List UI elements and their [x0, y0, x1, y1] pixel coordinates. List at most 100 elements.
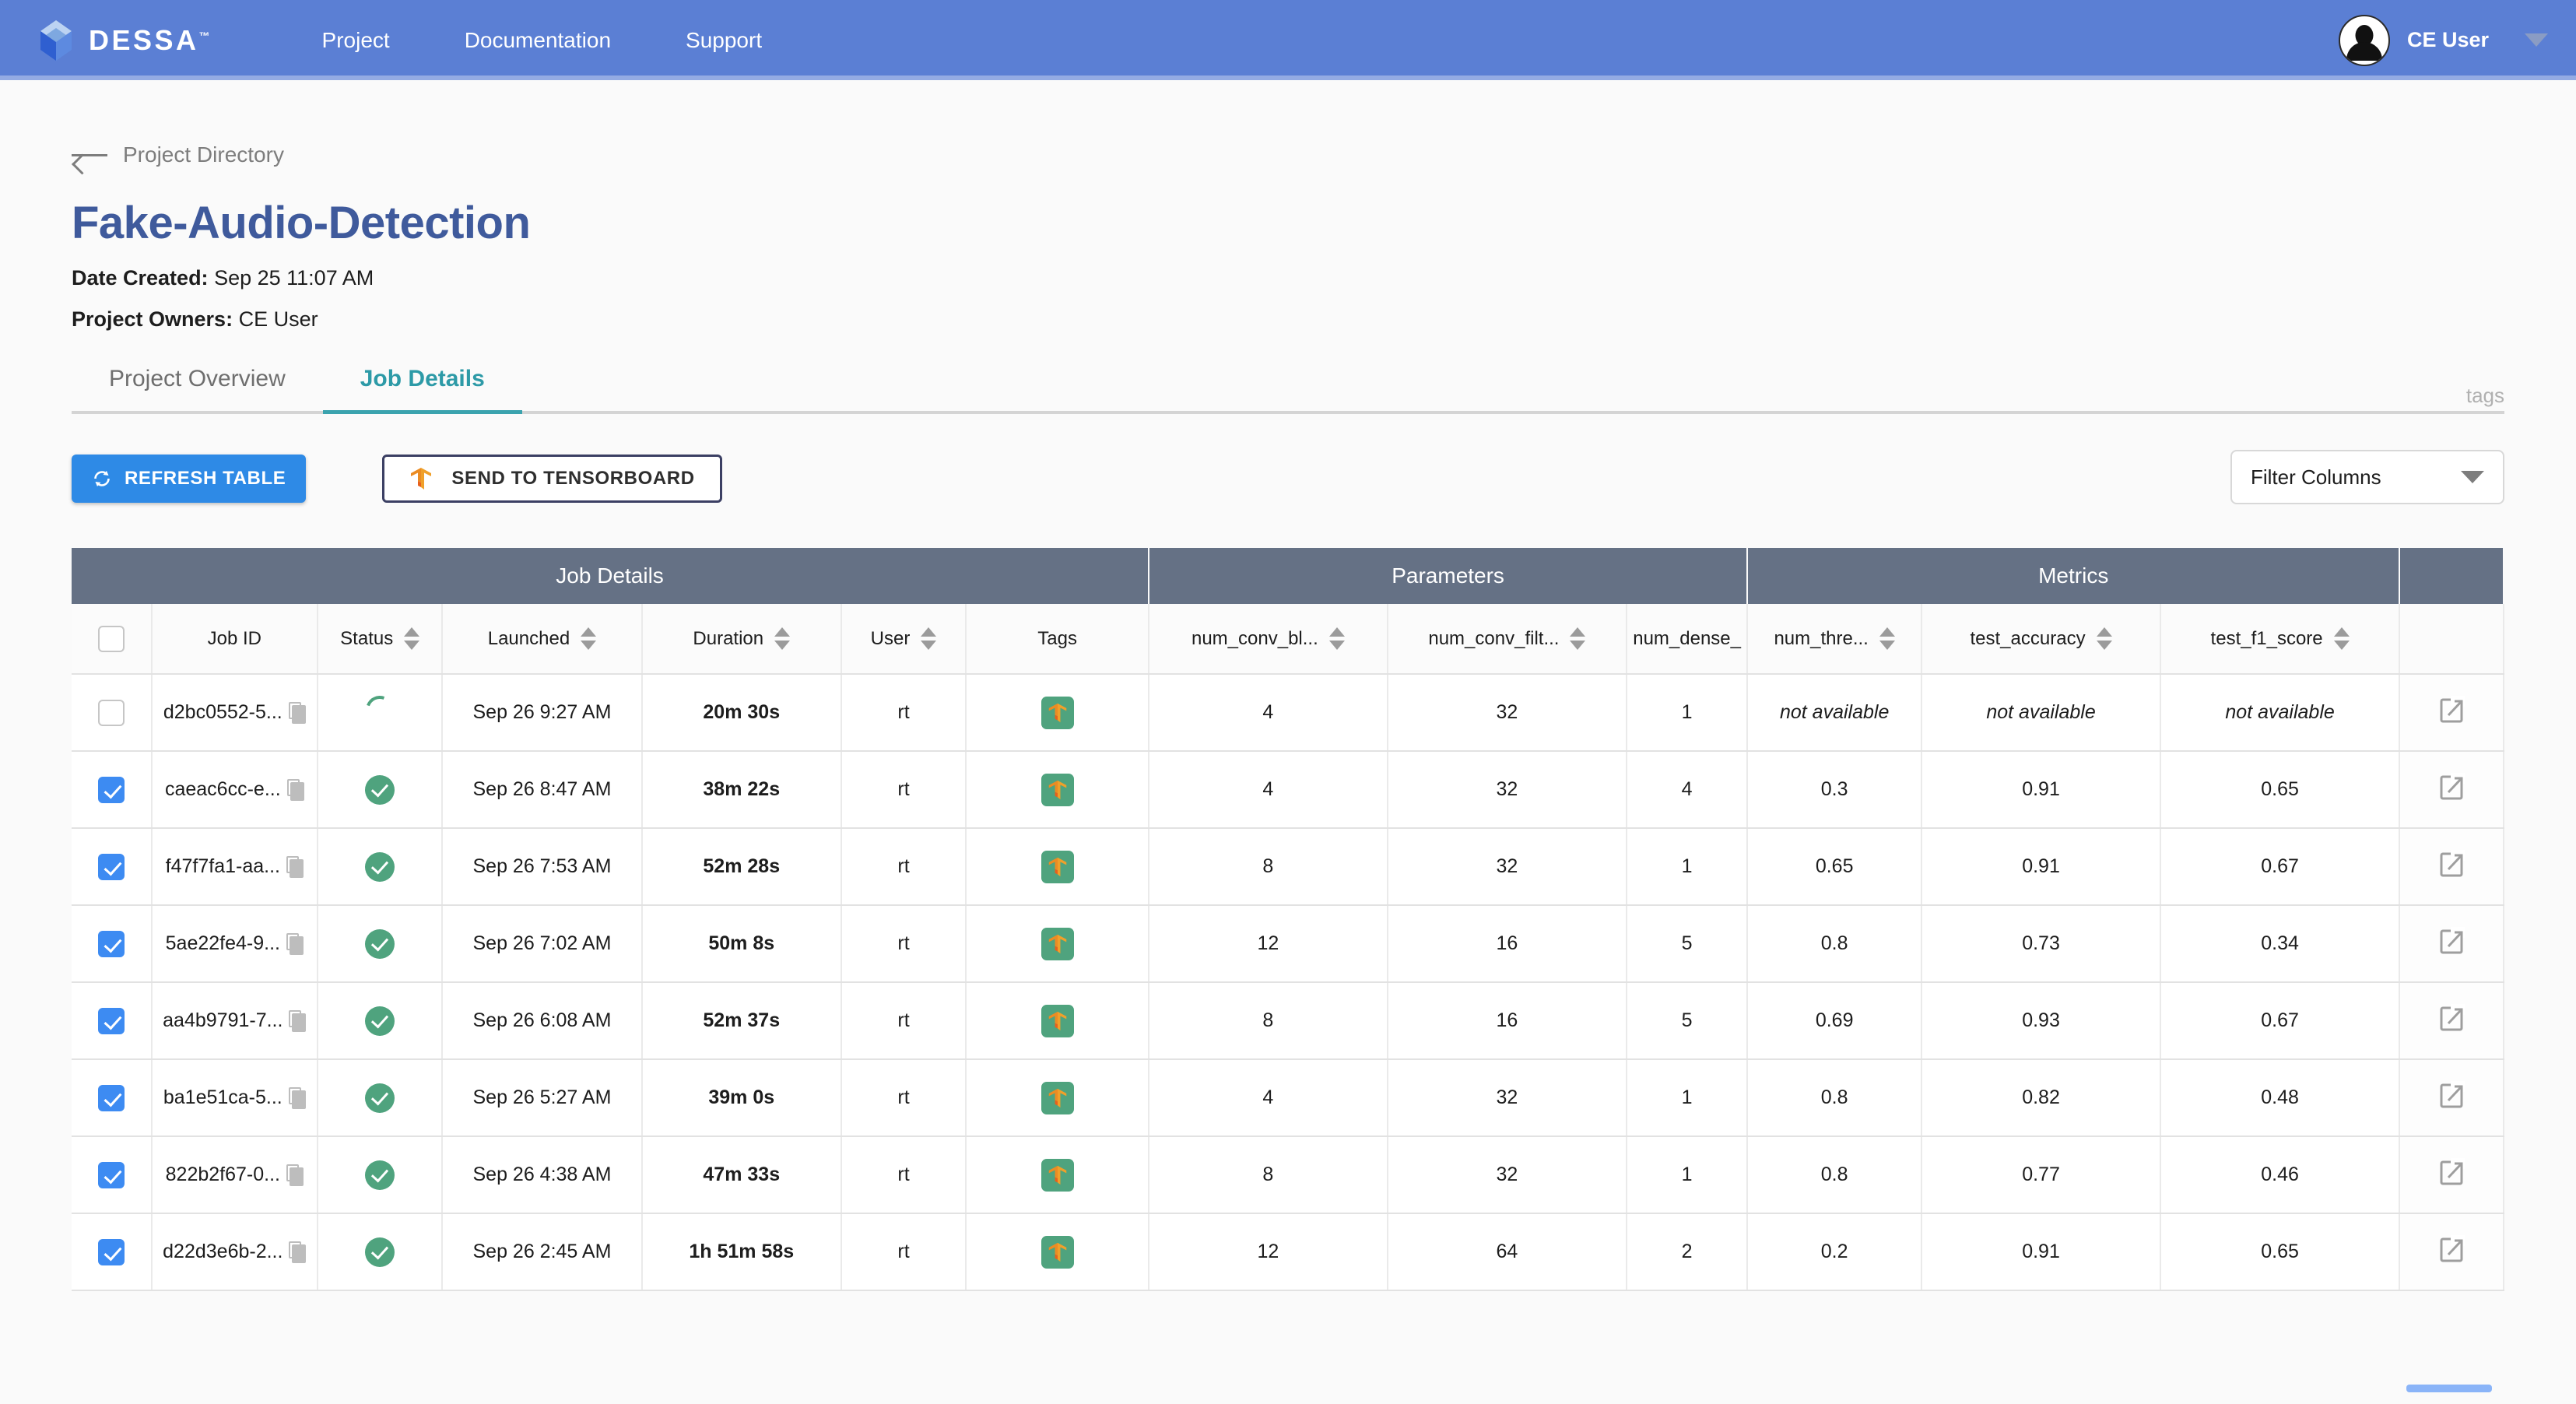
row-select-checkbox[interactable] [97, 699, 125, 726]
cell-job-id[interactable]: ba1e51ca-5... [151, 1059, 319, 1137]
open-external-icon[interactable] [2438, 1081, 2467, 1109]
copy-icon[interactable] [289, 1009, 307, 1032]
row-select-cell[interactable] [72, 905, 153, 983]
copy-icon[interactable] [288, 701, 306, 724]
sort-icon-num-threshold[interactable] [1879, 627, 1895, 650]
tensorflow-icon [1041, 1235, 1074, 1269]
sort-icon-duration[interactable] [774, 627, 791, 650]
filter-columns-select[interactable]: Filter Columns [2230, 450, 2504, 504]
row-select-checkbox[interactable] [97, 776, 125, 803]
row-select-cell[interactable] [72, 982, 153, 1060]
open-external-icon[interactable] [2438, 850, 2467, 878]
sort-icon-num-conv-filters[interactable] [1570, 627, 1586, 650]
nav-link-support[interactable]: Support [648, 28, 799, 53]
column-header-num-conv-blocks[interactable]: num_conv_bl... [1149, 604, 1388, 675]
table-row[interactable]: aa4b9791-7... Sep 26 6:08 AM 52m 37s rt 8 16 5… [72, 982, 2504, 1060]
chevron-down-icon[interactable] [2525, 33, 2548, 47]
cell-tags[interactable] [966, 905, 1150, 983]
copy-icon[interactable] [286, 778, 304, 801]
cell-tags[interactable] [966, 1059, 1150, 1137]
column-header-test-accuracy[interactable]: test_accuracy [1921, 604, 2161, 675]
column-header-duration[interactable]: Duration [641, 604, 842, 675]
open-external-icon[interactable] [2438, 1004, 2467, 1032]
column-header-launched[interactable]: Launched [442, 604, 643, 675]
user-menu[interactable]: CE User [2338, 0, 2548, 80]
cell-open-job[interactable] [2399, 982, 2504, 1060]
sort-icon-user[interactable] [921, 627, 937, 650]
row-select-cell[interactable] [72, 674, 153, 752]
column-header-test-f1-score[interactable]: test_f1_score [2160, 604, 2401, 675]
open-external-icon[interactable] [2438, 696, 2467, 724]
cell-open-job[interactable] [2399, 751, 2504, 829]
column-header-num-dense[interactable]: num_dense_ [1627, 604, 1749, 675]
tab-project-overview[interactable]: Project Overview [72, 366, 323, 411]
table-row[interactable]: ba1e51ca-5... Sep 26 5:27 AM 39m 0s rt 4 32 1 0… [72, 1059, 2504, 1137]
cell-open-job[interactable] [2399, 1136, 2504, 1214]
select-all-checkbox[interactable] [97, 625, 125, 652]
row-select-checkbox[interactable] [97, 930, 125, 957]
copy-icon[interactable] [286, 932, 304, 955]
open-external-icon[interactable] [2438, 1235, 2467, 1263]
row-select-cell[interactable] [72, 828, 153, 906]
cell-tags[interactable] [966, 674, 1150, 752]
tensorflow-icon [1041, 850, 1074, 883]
cell-job-id[interactable]: 822b2f67-0... [151, 1136, 319, 1214]
tab-job-details[interactable]: Job Details [322, 366, 522, 414]
row-select-checkbox[interactable] [97, 853, 125, 880]
row-select-checkbox[interactable] [97, 1161, 125, 1188]
row-select-checkbox[interactable] [97, 1084, 125, 1111]
table-row[interactable]: caeac6cc-e... Sep 26 8:47 AM 38m 22s rt 4 32 4… [72, 751, 2504, 829]
row-select-cell[interactable] [72, 1136, 153, 1214]
cell-job-id[interactable]: d2bc0552-5... [151, 674, 319, 752]
sort-icon-launched[interactable] [581, 627, 597, 650]
brand-logo-area[interactable]: DESSA™ [36, 19, 210, 62]
cell-job-id[interactable]: 5ae22fe4-9... [151, 905, 319, 983]
column-header-select-all[interactable] [72, 604, 153, 675]
cell-open-job[interactable] [2399, 674, 2504, 752]
sort-icon-test-f1-score[interactable] [2333, 627, 2350, 650]
row-select-checkbox[interactable] [97, 1007, 125, 1034]
cell-open-job[interactable] [2399, 905, 2504, 983]
cell-tags[interactable] [966, 1213, 1150, 1291]
column-header-num-threshold[interactable]: num_thre... [1747, 604, 1923, 675]
column-header-user[interactable]: User [841, 604, 967, 675]
copy-icon[interactable] [288, 1086, 306, 1109]
copy-icon[interactable] [289, 1241, 307, 1263]
row-select-cell[interactable] [72, 1213, 153, 1291]
horizontal-scrollbar[interactable] [2406, 1385, 2492, 1392]
open-external-icon[interactable] [2438, 927, 2467, 955]
table-row[interactable]: d22d3e6b-2... Sep 26 2:45 AM 1h 51m 58s rt 1… [72, 1213, 2504, 1291]
cell-open-job[interactable] [2399, 828, 2504, 906]
cell-open-job[interactable] [2399, 1213, 2504, 1291]
row-select-checkbox[interactable] [97, 1238, 125, 1265]
cell-open-job[interactable] [2399, 1059, 2504, 1137]
cell-job-id[interactable]: d22d3e6b-2... [151, 1213, 319, 1291]
cell-tags[interactable] [966, 1136, 1150, 1214]
nav-link-project[interactable]: Project [285, 28, 427, 53]
cell-tags[interactable] [966, 828, 1150, 906]
column-header-num-conv-filters[interactable]: num_conv_filt... [1387, 604, 1628, 675]
sort-icon-num-conv-blocks[interactable] [1328, 627, 1345, 650]
cell-job-id[interactable]: aa4b9791-7... [151, 982, 319, 1060]
cell-tags[interactable] [966, 751, 1150, 829]
table-row[interactable]: f47f7fa1-aa... Sep 26 7:53 AM 52m 28s rt 8 32… [72, 828, 2504, 906]
row-select-cell[interactable] [72, 1059, 153, 1137]
table-row[interactable]: d2bc0552-5... Sep 26 9:27 AM 20m 30s rt 4 32 1… [72, 674, 2504, 752]
table-row[interactable]: 822b2f67-0... Sep 26 4:38 AM 47m 33s rt 8 32 1… [72, 1136, 2504, 1214]
breadcrumb[interactable]: Project Directory [72, 142, 284, 167]
cell-tags[interactable] [966, 982, 1150, 1060]
column-header-status[interactable]: Status [318, 604, 444, 675]
row-select-cell[interactable] [72, 751, 153, 829]
table-row[interactable]: 5ae22fe4-9... Sep 26 7:02 AM 50m 8s rt 12 16 5… [72, 905, 2504, 983]
open-external-icon[interactable] [2438, 773, 2467, 801]
open-external-icon[interactable] [2438, 1158, 2467, 1186]
nav-link-documentation[interactable]: Documentation [427, 28, 648, 53]
send-to-tensorboard-button[interactable]: SEND TO TENSORBOARD [382, 455, 722, 503]
sort-icon-status[interactable] [404, 627, 420, 650]
cell-job-id[interactable]: f47f7fa1-aa... [151, 828, 319, 906]
cell-job-id[interactable]: caeac6cc-e... [151, 751, 319, 829]
sort-icon-test-accuracy[interactable] [2096, 627, 2112, 650]
copy-icon[interactable] [286, 855, 304, 878]
refresh-table-button[interactable]: REFRESH TABLE [72, 455, 307, 503]
copy-icon[interactable] [286, 1164, 304, 1186]
